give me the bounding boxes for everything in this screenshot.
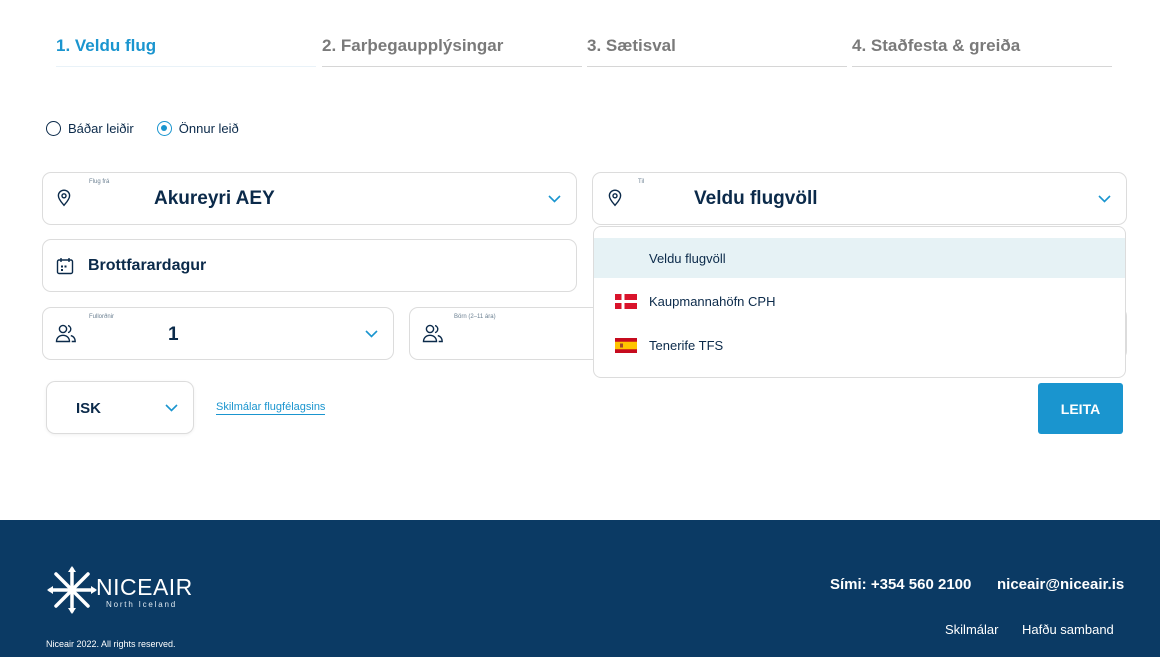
dropdown-option-tfs[interactable]: Tenerife TFS: [594, 325, 1125, 365]
step-4-confirm-pay[interactable]: 4. Staðfesta & greiða: [852, 36, 1020, 67]
dropdown-option-label: Tenerife TFS: [649, 337, 724, 353]
search-button[interactable]: LEITA: [1038, 383, 1123, 434]
footer-copyright: Niceair 2022. All rights reserved.: [46, 639, 176, 649]
radio-round-trip[interactable]: Báðar leiðir: [46, 120, 134, 136]
location-pin-icon: [608, 189, 622, 207]
step-3-seat-selection[interactable]: 3. Sætisval: [587, 36, 676, 67]
to-micro-label: Til: [638, 179, 645, 185]
location-pin-icon: [57, 189, 71, 207]
radio-one-way[interactable]: Önnur leið: [156, 120, 239, 136]
step-2-underline: [322, 66, 582, 67]
spain-flag-icon: [615, 337, 637, 353]
footer-phone[interactable]: Sími: +354 560 2100: [830, 576, 971, 593]
step-4-underline: [852, 66, 1112, 67]
step-3-underline: [587, 66, 847, 67]
from-micro-label: Flug frá: [89, 179, 110, 185]
currency-select[interactable]: ISK: [46, 381, 194, 434]
footer-link-contact[interactable]: Hafðu samband: [1022, 622, 1114, 637]
chevron-down-icon: [165, 404, 178, 412]
people-icon: [55, 324, 76, 343]
dropdown-option-none[interactable]: Veldu flugvöll: [594, 238, 1125, 278]
footer-logo-text: NICEAIR: [96, 574, 193, 600]
radio-round-trip-circle[interactable]: [46, 120, 61, 136]
adults-select[interactable]: Fullorðnir 1: [42, 307, 394, 360]
footer-logo-subtitle: North Iceland: [106, 600, 177, 609]
people-icon: [422, 324, 443, 343]
radio-one-way-label: Önnur leið: [178, 120, 239, 136]
adults-value: 1: [168, 324, 179, 345]
children-micro-label: Börn (2–11 ára): [454, 314, 496, 320]
step-2-passenger-info[interactable]: 2. Farþegaupplýsingar: [322, 36, 503, 67]
step-1-select-flight[interactable]: 1. Veldu flug: [56, 36, 156, 67]
chevron-down-icon: [548, 195, 561, 203]
step-1-underline: [56, 66, 316, 67]
denmark-flag-icon: [615, 293, 637, 309]
dropdown-option-label: Veldu flugvöll: [649, 250, 726, 266]
trip-type-group: Báðar leiðir Önnur leið: [46, 119, 262, 137]
to-airport-value: Veldu flugvöll: [694, 188, 818, 209]
niceair-snowflake-logo-icon: [47, 566, 97, 614]
chevron-down-icon: [1098, 195, 1111, 203]
chevron-down-icon: [365, 330, 378, 338]
radio-one-way-circle[interactable]: [156, 120, 172, 136]
to-airport-select[interactable]: Til Veldu flugvöll: [592, 172, 1127, 225]
airline-terms-link[interactable]: Skilmálar flugfélagsins: [216, 401, 326, 415]
dropdown-option-cph[interactable]: Kaupmannahöfn CPH: [594, 281, 1125, 321]
adults-micro-label: Fullorðnir: [89, 314, 115, 320]
from-airport-select[interactable]: Flug frá Akureyri AEY: [42, 172, 577, 225]
radio-round-trip-label: Báðar leiðir: [68, 120, 134, 136]
footer-link-terms[interactable]: Skilmálar: [945, 622, 998, 637]
footer-email[interactable]: niceair@niceair.is: [997, 576, 1124, 593]
departure-date-field[interactable]: Brottfarardagur: [42, 239, 577, 292]
dropdown-option-label: Kaupmannahöfn CPH: [649, 293, 776, 309]
booking-steps: 1. Veldu flug 2. Farþegaupplýsingar 3. S…: [56, 36, 1112, 68]
departure-date-value: Brottfarardagur: [88, 257, 207, 274]
currency-value: ISK: [76, 400, 102, 417]
calendar-icon: [56, 258, 74, 275]
from-airport-value: Akureyri AEY: [154, 188, 275, 209]
to-airport-dropdown: Veldu flugvöll Kaupmannahöfn CPH Tenerif…: [593, 226, 1126, 378]
